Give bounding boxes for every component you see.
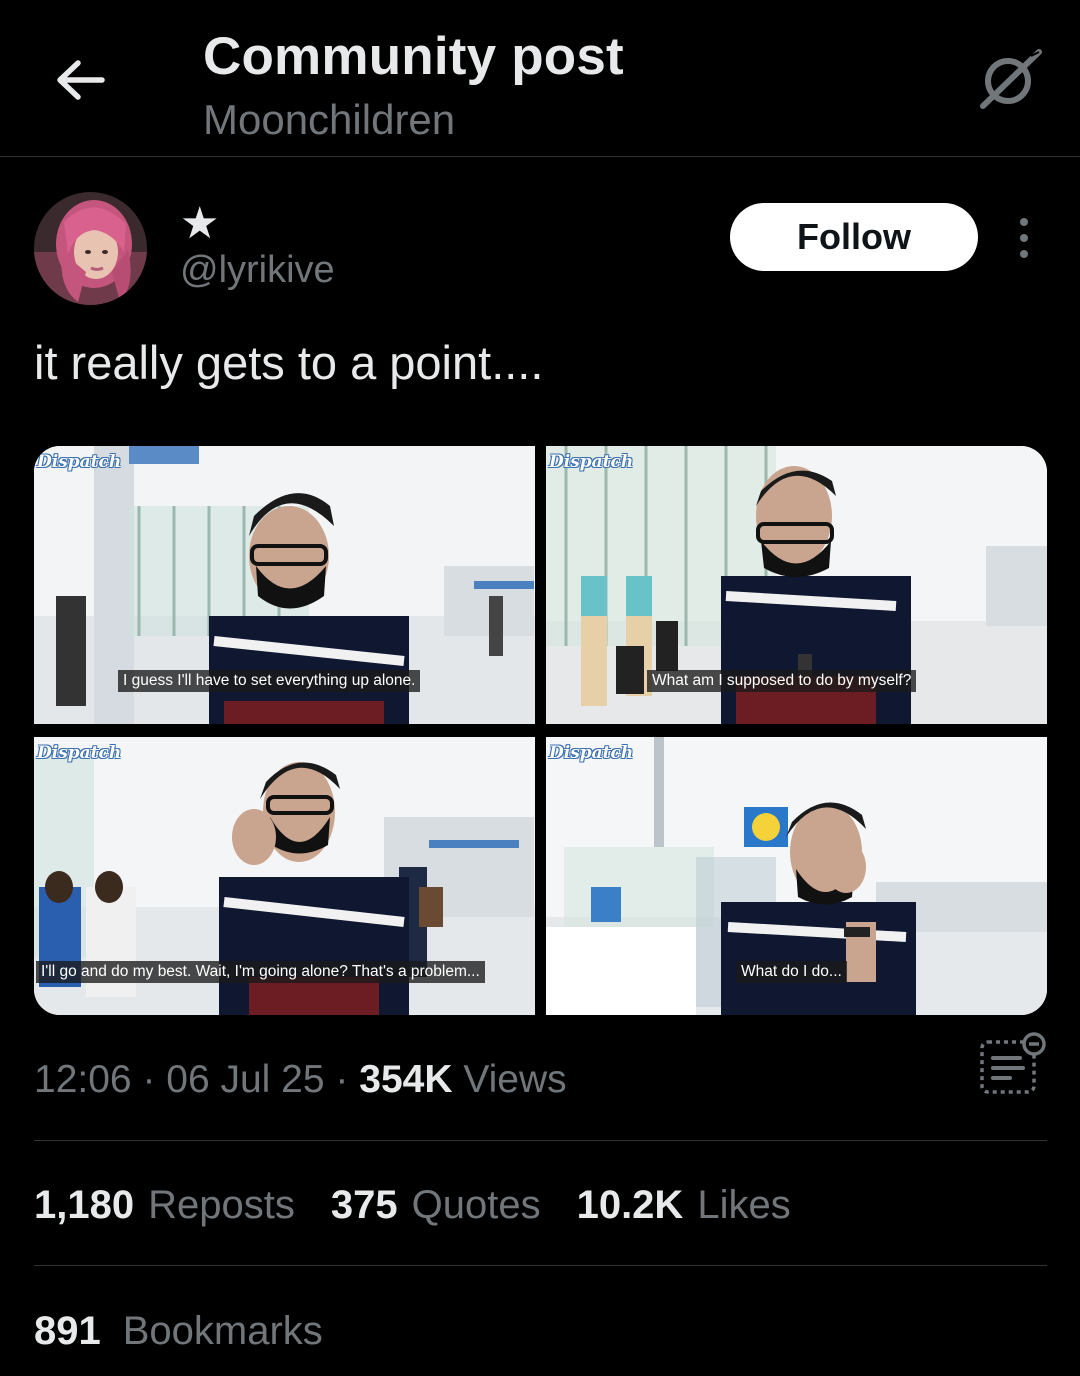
- arrow-left-icon: [57, 60, 105, 100]
- likes-stat[interactable]: 10.2K Likes: [577, 1183, 791, 1228]
- more-options-button[interactable]: [1002, 210, 1046, 266]
- grok-button[interactable]: [975, 44, 1045, 114]
- media-image-1[interactable]: Dispatch I guess I'll have to set everyt…: [34, 446, 535, 724]
- grok-icon: [980, 49, 1042, 109]
- page-title: Community post: [203, 27, 624, 86]
- media-caption: I guess I'll have to set everything up a…: [118, 670, 421, 692]
- media-grid: Dispatch I guess I'll have to set everyt…: [34, 446, 1047, 1015]
- media-watermark: Dispatch: [549, 452, 634, 472]
- media-watermark: Dispatch: [549, 743, 634, 763]
- media-watermark: Dispatch: [37, 452, 122, 472]
- media-caption: I'll go and do my best. Wait, I'm going …: [36, 961, 485, 983]
- views-label: Views: [463, 1058, 567, 1101]
- media-caption: What do I do...: [736, 961, 847, 983]
- post-text: it really gets to a point....: [34, 336, 544, 389]
- post-analytics-button[interactable]: [978, 1030, 1048, 1096]
- divider: [34, 1140, 1047, 1141]
- post-analytics-icon: [980, 1032, 1046, 1094]
- divider: [34, 1265, 1047, 1266]
- author-display-name[interactable]: ★: [180, 198, 219, 249]
- top-bar: Community post Moonchildren: [0, 0, 1080, 157]
- views-count: 354K: [359, 1058, 453, 1101]
- community-name[interactable]: Moonchildren: [203, 96, 455, 144]
- back-button[interactable]: [52, 52, 108, 108]
- post-date: 06 Jul 25: [166, 1058, 325, 1101]
- post-meta: 12:06 · 06 Jul 25 · 354K Views: [34, 1058, 567, 1101]
- post-time: 12:06: [34, 1058, 132, 1101]
- follow-button[interactable]: Follow: [730, 203, 978, 271]
- media-image-3[interactable]: Dispatch I'll go and do my best. Wait, I…: [34, 737, 535, 1015]
- media-watermark: Dispatch: [37, 743, 122, 763]
- author-handle[interactable]: @lyrikive: [180, 249, 335, 292]
- quotes-stat[interactable]: 375 Quotes: [331, 1183, 541, 1228]
- more-vertical-icon: [1020, 218, 1028, 226]
- reposts-stat[interactable]: 1,180 Reposts: [34, 1183, 295, 1228]
- engagement-stats: 1,180 Reposts 375 Quotes 10.2K Likes: [34, 1183, 827, 1228]
- media-image-4[interactable]: Dispatch What do I do...: [546, 737, 1047, 1015]
- media-caption: What am I supposed to do by myself?: [647, 670, 917, 692]
- bookmarks-stat[interactable]: 891 Bookmarks: [34, 1309, 323, 1354]
- avatar[interactable]: [34, 192, 147, 305]
- media-image-2[interactable]: Dispatch What am I supposed to do by mys…: [546, 446, 1047, 724]
